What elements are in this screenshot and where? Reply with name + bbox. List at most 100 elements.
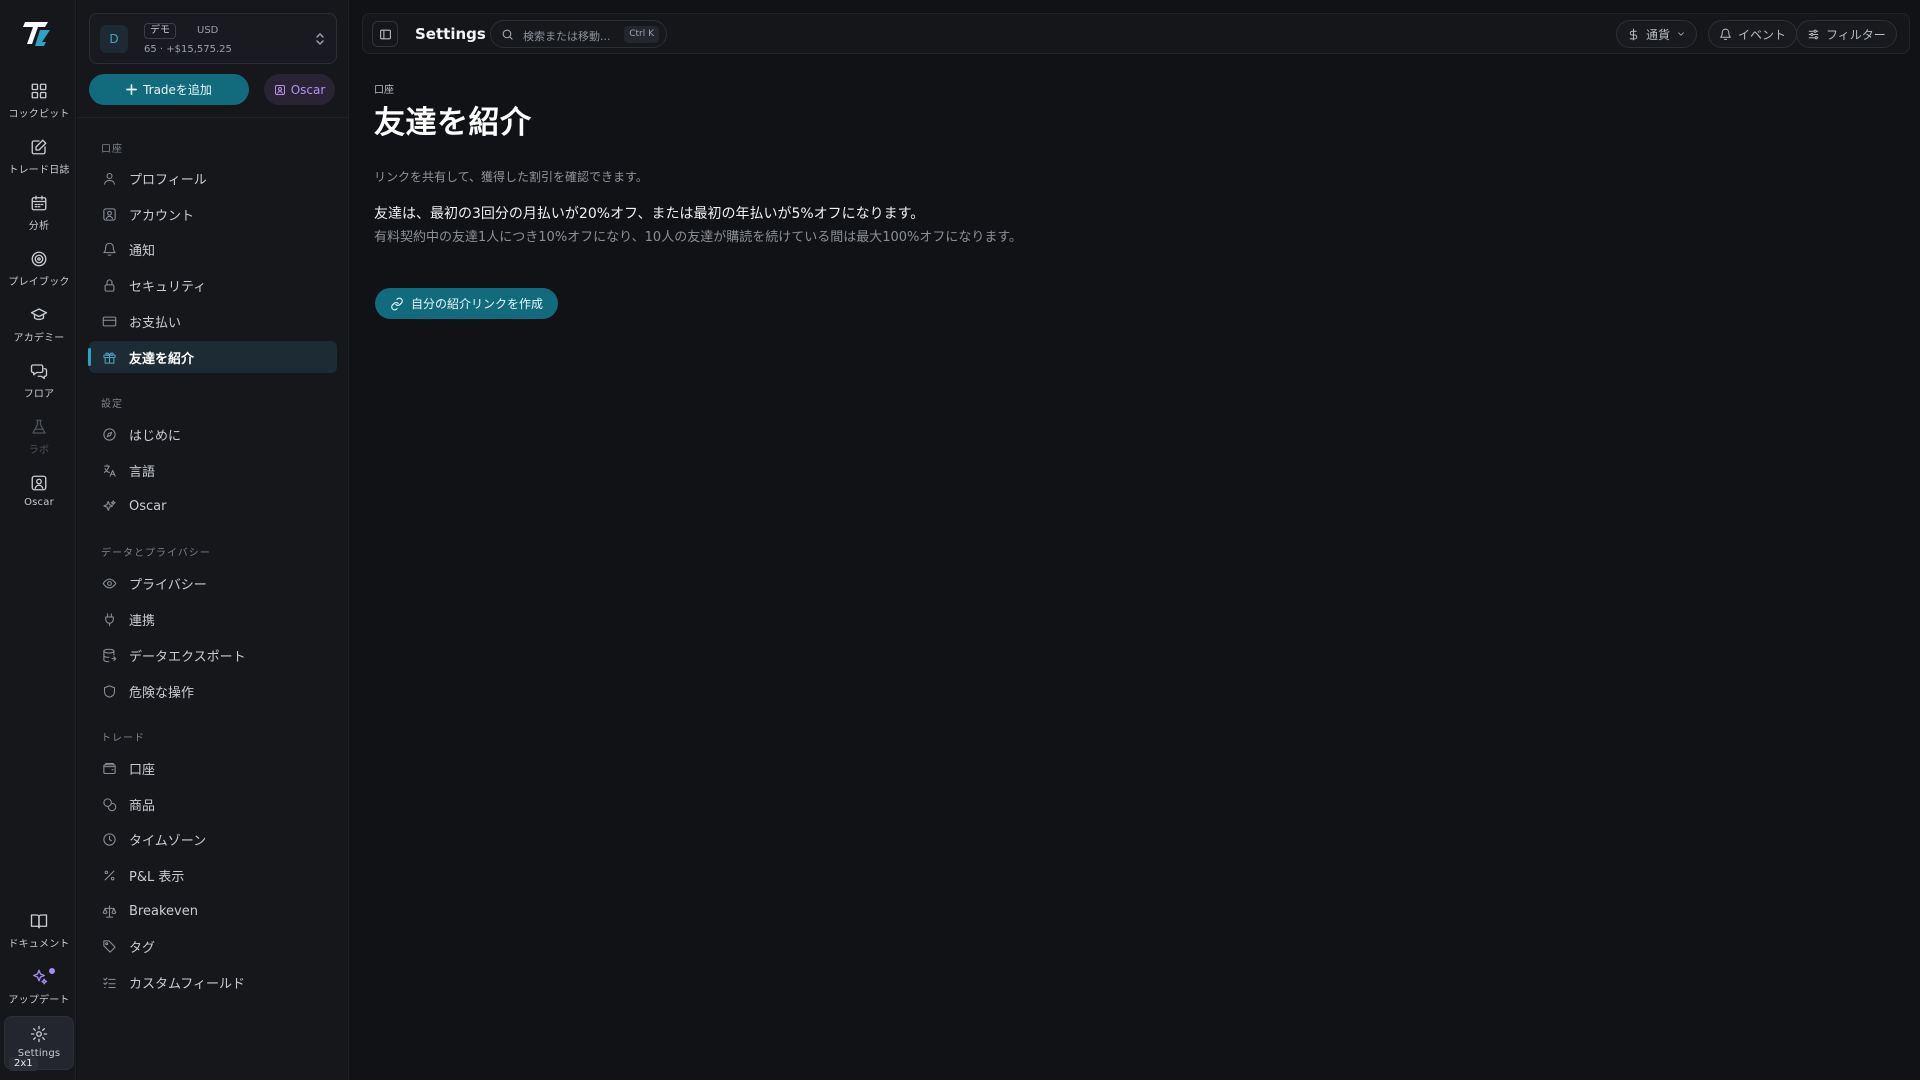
translate-icon	[103, 463, 116, 477]
sidebar-item-custom-fields[interactable]: カスタムフィールド	[89, 966, 337, 998]
referral-reward-text: 有料契約中の友達1人につき10%オフになり、10人の友達が購読を続けている間は最…	[374, 230, 1023, 245]
journal-icon	[31, 139, 47, 155]
rail-item-label: ラボ	[28, 445, 50, 456]
sidebar-item-getting-started[interactable]: はじめに	[89, 418, 337, 450]
sidebar-item-data-export[interactable]: データエクスポート	[89, 639, 337, 671]
sidebar-item-tags[interactable]: タグ	[89, 930, 337, 962]
section-label-data-privacy: データとプライバシー	[101, 548, 211, 559]
sidebar-item-label: 言語	[129, 464, 156, 480]
currency-button[interactable]: 通貨	[1616, 20, 1698, 48]
main-content: Settings 検索または移動... Ctrl K 通貨 イベント フィルター…	[350, 0, 1920, 1080]
panel-left-icon	[379, 29, 391, 39]
lock-icon	[104, 278, 115, 292]
rail-item-floor[interactable]: フロア	[4, 362, 74, 410]
user-icon	[103, 172, 116, 185]
search-input[interactable]: 検索または移動... Ctrl K	[490, 20, 667, 48]
sparkles-icon	[33, 969, 48, 985]
sidebar-item-timezone[interactable]: タイムゾーン	[89, 823, 337, 855]
plus-icon	[126, 84, 137, 95]
rail-item-playbook[interactable]: プレイブック	[4, 250, 74, 298]
credit-card-icon	[102, 316, 117, 326]
rail-item-oscar[interactable]: Oscar	[4, 474, 74, 522]
sidebar-item-accounts[interactable]: 口座	[89, 752, 337, 784]
create-referral-link-button[interactable]: 自分の紹介リンクを作成	[375, 288, 558, 319]
sidebar-item-instruments[interactable]: 商品	[89, 788, 337, 820]
sidebar-item-label: セキュリティ	[129, 279, 207, 295]
rail-item-journal[interactable]: トレード日誌	[4, 138, 74, 186]
link-icon	[391, 297, 403, 310]
events-button[interactable]: イベント	[1708, 20, 1798, 48]
account-switcher[interactable]: D デモ USD 65 · +$15,575.25	[89, 13, 337, 64]
sidebar-item-pnl-display[interactable]: P&L 表示	[89, 859, 337, 891]
rail-item-label: アカデミー	[13, 333, 65, 344]
add-trade-button[interactable]: Tradeを追加	[89, 74, 249, 105]
sidebar-item-oscar[interactable]: Oscar	[89, 490, 337, 522]
sidebar-item-label: P&L 表示	[129, 869, 185, 885]
rail-item-label: フロア	[23, 389, 55, 400]
oscar-button[interactable]: Oscar	[264, 74, 335, 105]
app-logo-icon[interactable]	[22, 18, 54, 50]
sidebar-item-label: 友達を紹介	[129, 351, 195, 367]
sidebar-item-label: 口座	[129, 762, 156, 778]
gift-icon	[103, 352, 116, 364]
sidebar-item-profile[interactable]: プロフィール	[89, 162, 337, 194]
rail-item-academy[interactable]: アカデミー	[4, 306, 74, 354]
checklist-icon	[103, 977, 116, 988]
sidebar-item-label: Oscar	[129, 498, 167, 514]
breadcrumb: 口座	[374, 85, 394, 96]
sidebar-item-label: タイムゾーン	[129, 833, 207, 849]
sidebar-item-integrations[interactable]: 連携	[89, 603, 337, 635]
top-bar: Settings 検索または移動... Ctrl K 通貨 イベント フィルター	[362, 13, 1910, 54]
account-balance: 65 · +$15,575.25	[144, 44, 232, 55]
page-description: リンクを共有して、獲得した割引を確認できます。	[374, 170, 648, 184]
scale-icon	[102, 904, 117, 918]
filter-button[interactable]: フィルター	[1796, 20, 1897, 48]
section-label-trade: トレード	[101, 733, 145, 744]
create-referral-link-label: 自分の紹介リンクを作成	[410, 297, 543, 311]
bell-icon	[1720, 28, 1731, 40]
plug-icon	[105, 612, 114, 626]
rail-item-cockpit[interactable]: コックピット	[4, 82, 74, 130]
chat-icon	[30, 364, 48, 380]
bell-icon	[103, 242, 116, 256]
chevron-down-icon	[1678, 32, 1684, 36]
settings-sidebar: D デモ USD 65 · +$15,575.25 Tradeを追加 Oscar…	[77, 0, 349, 1080]
sidebar-item-security[interactable]: セキュリティ	[89, 269, 337, 301]
account-type-badge: デモ	[144, 23, 176, 39]
flask-icon	[32, 419, 46, 434]
sidebar-item-danger-zone[interactable]: 危険な操作	[89, 675, 337, 707]
section-label-settings: 設定	[101, 399, 123, 410]
sidebar-item-label: お支払い	[129, 315, 182, 331]
rail-item-label: Oscar	[24, 497, 54, 508]
sidebar-item-referral[interactable]: 友達を紹介	[88, 341, 337, 373]
book-icon	[30, 914, 48, 929]
account-currency: USD	[197, 25, 219, 36]
sidebar-item-label: プロフィール	[129, 172, 207, 188]
sidebar-item-breakeven[interactable]: Breakeven	[89, 895, 337, 927]
search-shortcut: Ctrl K	[624, 26, 659, 43]
rail-item-label: トレード日誌	[8, 165, 70, 176]
dashboard-icon	[31, 83, 47, 99]
user-square-icon	[31, 475, 47, 491]
tag-icon	[103, 939, 116, 953]
rail-item-label: ドキュメント	[8, 939, 70, 950]
rail-item-updates[interactable]: アップデート	[4, 968, 74, 1016]
rail-item-docs[interactable]: ドキュメント	[4, 912, 74, 960]
account-avatar: D	[100, 25, 128, 53]
sidebar-item-language[interactable]: 言語	[89, 454, 337, 486]
sidebar-item-account[interactable]: アカウント	[89, 198, 337, 230]
rail-item-analysis[interactable]: 分析	[4, 194, 74, 242]
oscar-label: Oscar	[290, 82, 326, 97]
sidebar-item-billing[interactable]: お支払い	[89, 305, 337, 337]
sidebar-item-label: Breakeven	[129, 903, 198, 919]
sidebar-item-label: 連携	[129, 613, 156, 629]
zoom-badge: 2x1	[9, 1057, 38, 1071]
sidebar-item-privacy[interactable]: プライバシー	[89, 567, 337, 599]
gear-icon	[30, 1025, 48, 1043]
rail-item-label: コックピット	[8, 109, 70, 120]
sidebar-item-label: データエクスポート	[129, 649, 246, 665]
sidebar-item-notifications[interactable]: 通知	[89, 233, 337, 265]
rail-item-lab[interactable]: ラボ	[4, 418, 74, 466]
search-icon	[502, 29, 513, 40]
sidebar-toggle-button[interactable]	[372, 21, 398, 47]
